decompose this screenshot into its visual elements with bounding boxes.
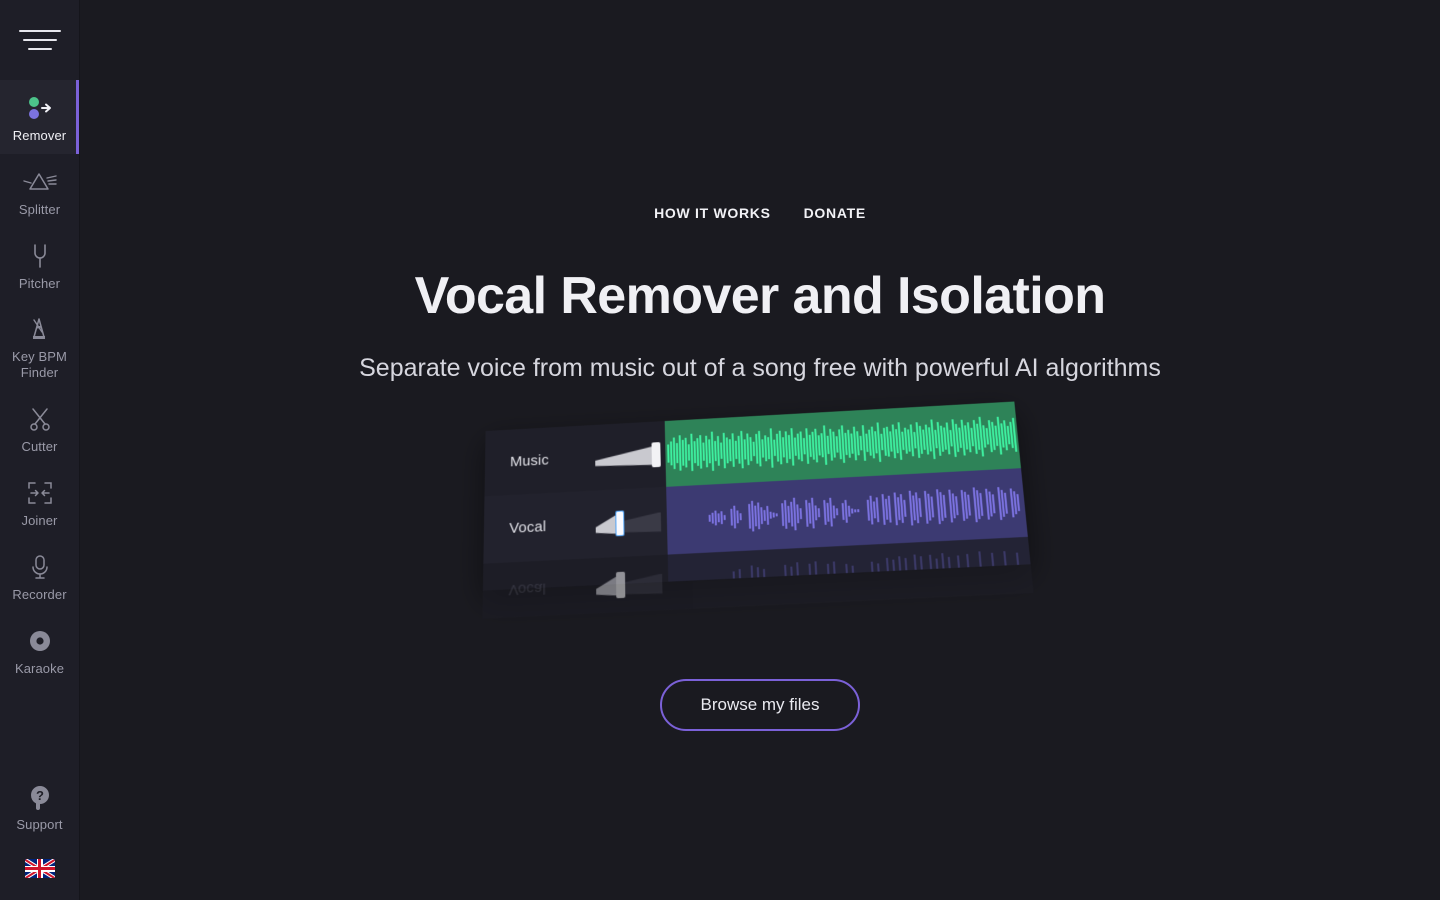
scissors-icon [27, 404, 53, 434]
flag-cross-red-v [37, 859, 42, 878]
slider-knob-vocal-secondary[interactable] [615, 570, 626, 598]
waveform-music [667, 416, 1018, 471]
track-editor-panel: Music Vocal Vocal [482, 401, 1034, 619]
browse-my-files-button[interactable]: Browse my files [660, 678, 860, 731]
track-label-vocal-secondary: Vocal [508, 579, 547, 598]
app-root: Remover Splitter Pitcher Key BPM Finder … [0, 0, 1440, 900]
waveform-lane-vocal-secondary [667, 536, 1031, 582]
top-nav: HOW IT WORKS DONATE [654, 205, 866, 221]
sidebar-item-splitter[interactable]: Splitter [0, 154, 79, 228]
sidebar: Remover Splitter Pitcher Key BPM Finder … [0, 0, 80, 900]
sidebar-item-label-cutter: Cutter [21, 438, 58, 454]
main-content: HOW IT WORKS DONATE Vocal Remover and Is… [80, 0, 1440, 900]
slider-fill-vocal-secondary [596, 575, 618, 596]
sidebar-item-key-bpm-finder[interactable]: Key BPM Finder [0, 302, 79, 391]
volume-slider-vocal-secondary[interactable] [596, 569, 669, 599]
slider-knob-vocal[interactable] [615, 509, 625, 536]
sidebar-item-label-recorder: Recorder [12, 586, 67, 602]
volume-slider-music[interactable] [595, 441, 666, 470]
slider-knob-music[interactable] [651, 441, 661, 467]
hamburger-line-1 [18, 30, 61, 32]
menu-toggle-button[interactable] [0, 0, 79, 80]
language-selector[interactable] [0, 847, 79, 900]
track-label-music: Music [509, 451, 549, 470]
volume-slider-vocal[interactable] [596, 507, 668, 536]
sidebar-item-label-support: Support [16, 817, 63, 832]
metronome-icon [26, 314, 54, 344]
track-label-vocal: Vocal [509, 517, 547, 537]
join-arrows-icon [26, 478, 54, 508]
sidebar-item-label-splitter: Splitter [18, 201, 61, 217]
nav-link-donate[interactable]: DONATE [804, 205, 866, 221]
waveform-area [664, 401, 1031, 582]
sidebar-item-label-karaoke: Karaoke [14, 660, 65, 676]
hamburger-line-3 [27, 48, 52, 50]
page-subtitle: Separate voice from music out of a song … [359, 353, 1161, 382]
slider-fill-music [595, 445, 656, 467]
sidebar-item-remover[interactable]: Remover [0, 80, 79, 154]
vocal-remover-icon [25, 93, 55, 123]
waveform-lane-music [664, 401, 1021, 487]
waveform-vocal-secondary [732, 550, 1021, 582]
sidebar-item-label-remover: Remover [12, 127, 67, 143]
sidebar-item-support[interactable]: ? Support [0, 770, 79, 847]
sidebar-item-recorder[interactable]: Recorder [0, 539, 79, 613]
prism-splitter-icon [22, 167, 57, 197]
sidebar-item-joiner[interactable]: Joiner [0, 465, 79, 539]
hamburger-line-2 [22, 39, 57, 41]
cta-container: Browse my files [660, 678, 860, 731]
sidebar-item-label-pitcher: Pitcher [18, 275, 61, 291]
sidebar-item-cutter[interactable]: Cutter [0, 391, 79, 465]
microphone-icon [28, 552, 52, 582]
question-mark-bubble-icon: ? [27, 782, 53, 812]
svg-text:?: ? [36, 788, 44, 803]
sidebar-item-label-joiner: Joiner [21, 512, 58, 528]
sidebar-item-karaoke[interactable]: Karaoke [0, 613, 79, 687]
nav-link-how-it-works[interactable]: HOW IT WORKS [654, 205, 771, 221]
slider-fill-vocal [596, 514, 618, 535]
sidebar-item-label-key-bpm-finder: Key BPM Finder [12, 349, 67, 380]
hero-illustration-perspective: Music Vocal Vocal [482, 401, 1034, 619]
sidebar-nav: Remover Splitter Pitcher Key BPM Finder … [0, 80, 79, 687]
sidebar-item-pitcher[interactable]: Pitcher [0, 228, 79, 302]
uk-flag-icon [24, 859, 55, 878]
slider-track-vocal-secondary [596, 573, 662, 596]
tuning-fork-icon [27, 241, 53, 271]
page-title: Vocal Remover and Isolation [414, 267, 1106, 325]
record-disc-icon [27, 626, 53, 656]
hero-illustration: Music Vocal Vocal [480, 401, 1040, 619]
